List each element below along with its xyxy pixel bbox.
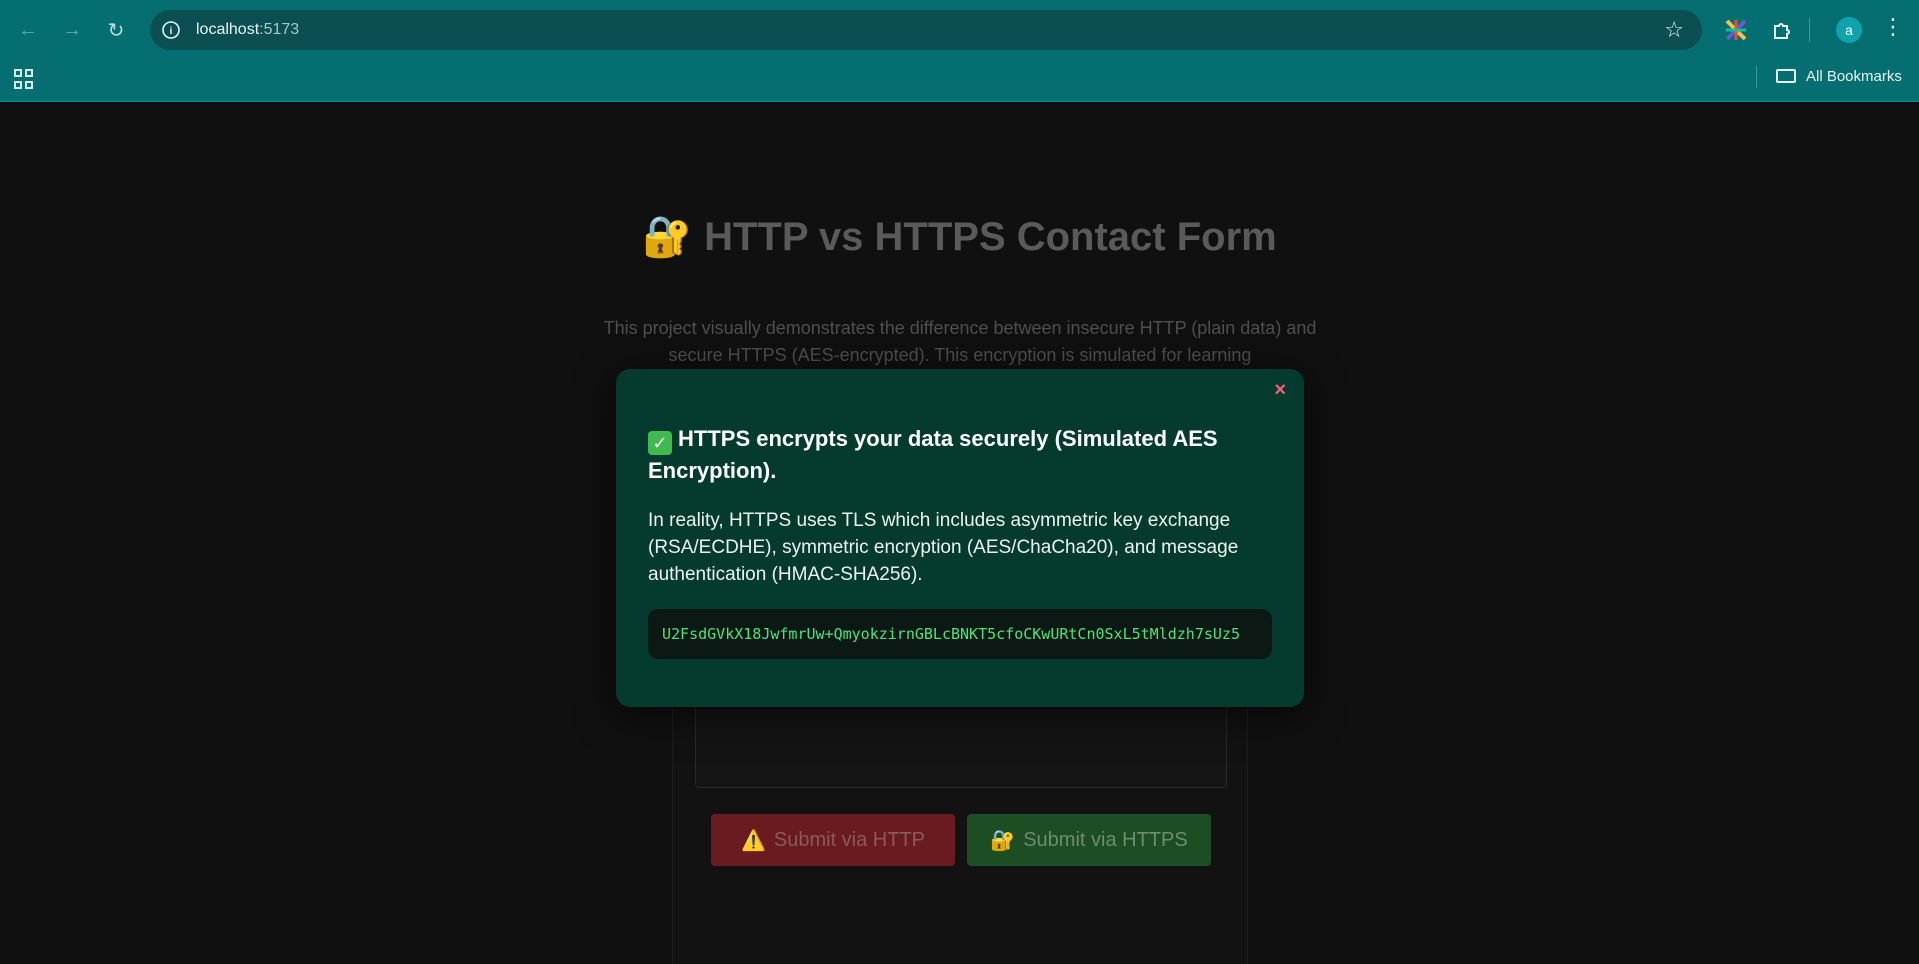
url-port: :5173 bbox=[259, 21, 300, 38]
bookmarks-divider bbox=[1756, 66, 1757, 88]
back-icon[interactable]: ← bbox=[12, 14, 44, 46]
all-bookmarks-label: All Bookmarks bbox=[1806, 67, 1902, 85]
modal-heading-text: HTTPS encrypts your data securely (Simul… bbox=[648, 426, 1218, 483]
address-bar[interactable]: i localhost:5173 ☆ bbox=[150, 10, 1702, 50]
puzzle-icon[interactable] bbox=[1768, 16, 1796, 44]
close-icon[interactable]: × bbox=[1274, 379, 1286, 402]
colorful-extension-icon[interactable] bbox=[1722, 16, 1750, 44]
folder-icon bbox=[1776, 69, 1796, 83]
more-vert-icon[interactable]: ⋮ bbox=[1882, 16, 1904, 38]
profile-avatar[interactable]: a bbox=[1836, 17, 1862, 43]
bookmark-star-icon[interactable]: ☆ bbox=[1664, 17, 1684, 43]
url-text[interactable]: localhost:5173 bbox=[196, 21, 299, 39]
apps-grid-icon[interactable] bbox=[14, 69, 34, 89]
https-info-modal: × ✓ HTTPS encrypts your data securely (Si… bbox=[616, 369, 1304, 707]
all-bookmarks-button[interactable]: All Bookmarks bbox=[1776, 64, 1902, 88]
site-info-icon[interactable]: i bbox=[162, 21, 180, 39]
toolbar-divider bbox=[1809, 18, 1810, 42]
browser-toolbar: ← → ↻ i localhost:5173 ☆ a ⋮ bbox=[0, 0, 1919, 60]
ciphertext-value: U2FsdGVkX18JwfmrUw+QmyokzirnGBLcBNKT5cfo… bbox=[662, 625, 1240, 643]
bookmarks-bar bbox=[0, 60, 1919, 102]
page-content: 🔐 HTTP vs HTTPS Contact Form This project… bbox=[0, 103, 1919, 964]
modal-body-text: In reality, HTTPS uses TLS which include… bbox=[648, 510, 1239, 585]
reload-icon[interactable]: ↻ bbox=[100, 14, 132, 46]
forward-icon[interactable]: → bbox=[56, 14, 88, 46]
url-host: localhost bbox=[196, 21, 260, 38]
check-icon: ✓ bbox=[648, 431, 672, 455]
modal-heading: ✓ HTTPS encrypts your data securely (Simu… bbox=[648, 423, 1268, 486]
browser-chrome: ← → ↻ i localhost:5173 ☆ a ⋮ All Bookmar… bbox=[0, 0, 1919, 102]
ciphertext-output[interactable]: U2FsdGVkX18JwfmrUw+QmyokzirnGBLcBNKT5cfo… bbox=[648, 609, 1272, 659]
